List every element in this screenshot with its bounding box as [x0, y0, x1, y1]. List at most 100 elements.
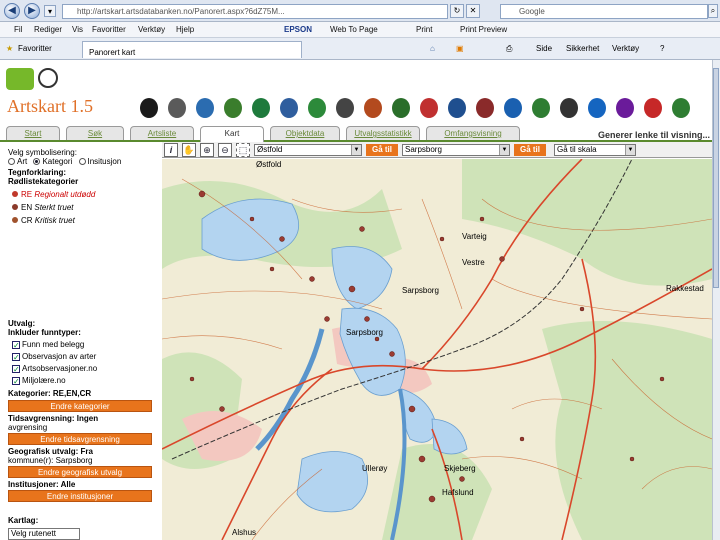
pan-hand-icon[interactable]: ✋ [182, 143, 196, 157]
en-marker-icon [12, 204, 18, 210]
epson-label[interactable]: EPSON [284, 25, 312, 34]
map-label: Alshus [232, 528, 256, 537]
select-area-icon[interactable]: ⬚ [236, 143, 250, 157]
menu-favorites[interactable]: Favoritter [92, 25, 126, 34]
checkbox-row[interactable]: ✓ Miljolære.no [12, 376, 66, 386]
info-icon[interactable]: i [164, 143, 178, 157]
web-to-page-button[interactable]: Web To Page [330, 25, 378, 34]
menu-file[interactable]: Fil [14, 25, 22, 34]
tab-statistics[interactable]: Utvalgsstatistikk [346, 126, 420, 140]
zoom-out-icon[interactable]: ⊖ [218, 143, 232, 157]
artsdatabanken-logo[interactable] [140, 98, 158, 118]
partner-logo-11[interactable] [588, 98, 606, 118]
search-input[interactable]: Google [500, 4, 708, 19]
print-icon[interactable]: ⎙ [506, 44, 512, 54]
change-geo-button[interactable]: Endre geografisk utvalg [8, 466, 152, 478]
refresh-icon[interactable]: ↻ [450, 4, 464, 18]
app-title: Artskart 1.5 [7, 96, 93, 116]
map-canvas[interactable]: Østfold Sarpsborg Sarpsborg Vestre Rakke… [162, 159, 712, 540]
partner-logo-5[interactable] [392, 98, 410, 118]
menu-view[interactable]: Vis [72, 25, 83, 34]
tab-start[interactable]: Start [6, 126, 60, 140]
change-time-button[interactable]: Endre tidsavgrensning [8, 433, 152, 445]
bioforsk-logo[interactable] [252, 98, 270, 118]
help-icon[interactable]: ? [660, 44, 664, 53]
home-icon[interactable]: ⌂ [430, 44, 435, 53]
niva-logo[interactable] [504, 98, 522, 118]
map-toolbar: i ✋ ⊕ ⊖ ⬚ Østfold ▼ Gå til Sarpsborg ▼ Gå … [162, 142, 712, 158]
partner-logo-8[interactable] [476, 98, 494, 118]
partner-logo-4[interactable] [364, 98, 382, 118]
cmd-security[interactable]: Sikkerhet [566, 44, 599, 53]
county-select[interactable]: Østfold ▼ [254, 144, 362, 156]
cmd-tools[interactable]: Verktøy [612, 44, 639, 53]
radio-institution-label: Insitusjon [87, 157, 122, 166]
back-icon[interactable]: ◀ [4, 3, 20, 19]
scrollbar-thumb[interactable] [713, 68, 719, 288]
change-categories-button[interactable]: Endre kategorier [8, 400, 152, 412]
tab-search[interactable]: Søk [66, 126, 124, 140]
forward-icon[interactable]: ▶ [24, 3, 40, 19]
checkbox-row[interactable]: ✓ Observasjon av arter [12, 352, 96, 362]
radio-institution[interactable] [78, 158, 86, 165]
radio-category[interactable] [33, 158, 41, 165]
star-icon[interactable]: ★ [6, 44, 13, 53]
partner-logo-7[interactable] [448, 98, 466, 118]
partner-logo-6[interactable] [420, 98, 438, 118]
favorites-bar: ★ Favoritter Panorert kart ⌂ ▣ ⎙ Side Si… [0, 38, 720, 60]
partner-logo-1[interactable] [280, 98, 298, 118]
search-icon[interactable]: ⌕ [708, 4, 718, 18]
tab-species-list[interactable]: Artsliste [130, 126, 194, 140]
stop-icon[interactable]: ✕ [466, 4, 480, 18]
generate-link[interactable]: Generer lenke til visning... [598, 130, 710, 140]
checkbox-row[interactable]: ✓ Funn med belegg [12, 340, 84, 350]
dropdown-icon[interactable]: ▾ [44, 5, 56, 17]
artsdatabanken-logo [6, 68, 34, 90]
sabima-logo[interactable] [168, 98, 186, 118]
menu-tools[interactable]: Verktøy [138, 25, 165, 34]
go-county-button[interactable]: Gå til [366, 144, 398, 156]
feeds-icon[interactable]: ▣ [456, 44, 464, 53]
checkbox[interactable]: ✓ [12, 341, 20, 350]
municipality-select[interactable]: Sarpsborg ▼ [402, 144, 510, 156]
checkbox[interactable]: ✓ [12, 377, 20, 386]
menu-help[interactable]: Hjelp [176, 25, 194, 34]
partner-logo-2[interactable] [308, 98, 326, 118]
partner-logo-9[interactable] [532, 98, 550, 118]
print-button[interactable]: Print [416, 25, 432, 34]
partner-logo-3[interactable] [336, 98, 354, 118]
address-bar: ◀ ▶ ▾ http://artskart.artsdatabanken.no/… [0, 0, 720, 22]
maplayer-select[interactable]: Velg rutenett [8, 528, 80, 540]
print-preview-button[interactable]: Print Preview [460, 25, 507, 34]
favorites-button[interactable]: Favoritter [18, 44, 52, 53]
menu-edit[interactable]: Rediger [34, 25, 62, 34]
zoom-in-icon[interactable]: ⊕ [200, 143, 214, 157]
checkbox-label: Miljolære.no [22, 376, 66, 385]
bio-logo[interactable] [196, 98, 214, 118]
circle-logo [38, 68, 58, 88]
biof-logo[interactable] [224, 98, 242, 118]
scale-select[interactable]: Gå til skala ▼ [554, 144, 636, 156]
cmd-page[interactable]: Side [536, 44, 552, 53]
chevron-down-icon: ▼ [499, 145, 509, 155]
partner-logo-12[interactable] [616, 98, 634, 118]
tab-object-data[interactable]: Objektdata [270, 126, 340, 140]
checkbox[interactable]: ✓ [12, 353, 20, 362]
browser-tab[interactable]: Panorert kart [82, 41, 302, 58]
map-view[interactable]: Østfold Sarpsborg Sarpsborg Vestre Rakke… [162, 159, 712, 540]
tab-coverage[interactable]: Omfangsvisning [426, 126, 520, 140]
go-municipality-button[interactable]: Gå til [514, 144, 546, 156]
checkbox[interactable]: ✓ [12, 365, 20, 374]
partner-logo-10[interactable] [560, 98, 578, 118]
tab-map[interactable]: Kart [200, 126, 264, 142]
legend-code: RE [21, 190, 33, 199]
municipality-value: Sarpsborg [405, 145, 442, 154]
url-input[interactable]: http://artskart.artsdatabanken.no/Panore… [62, 4, 448, 19]
change-inst-button[interactable]: Endre institusjoner [8, 490, 152, 502]
map-label: Varteig [462, 232, 487, 241]
partner-logo-14[interactable] [672, 98, 690, 118]
checkbox-row[interactable]: ✓ Artsobservasjoner.no [12, 364, 98, 374]
checkbox-label: Artsobservasjoner.no [22, 364, 98, 373]
radio-art[interactable] [8, 158, 15, 165]
partner-logo-13[interactable] [644, 98, 662, 118]
